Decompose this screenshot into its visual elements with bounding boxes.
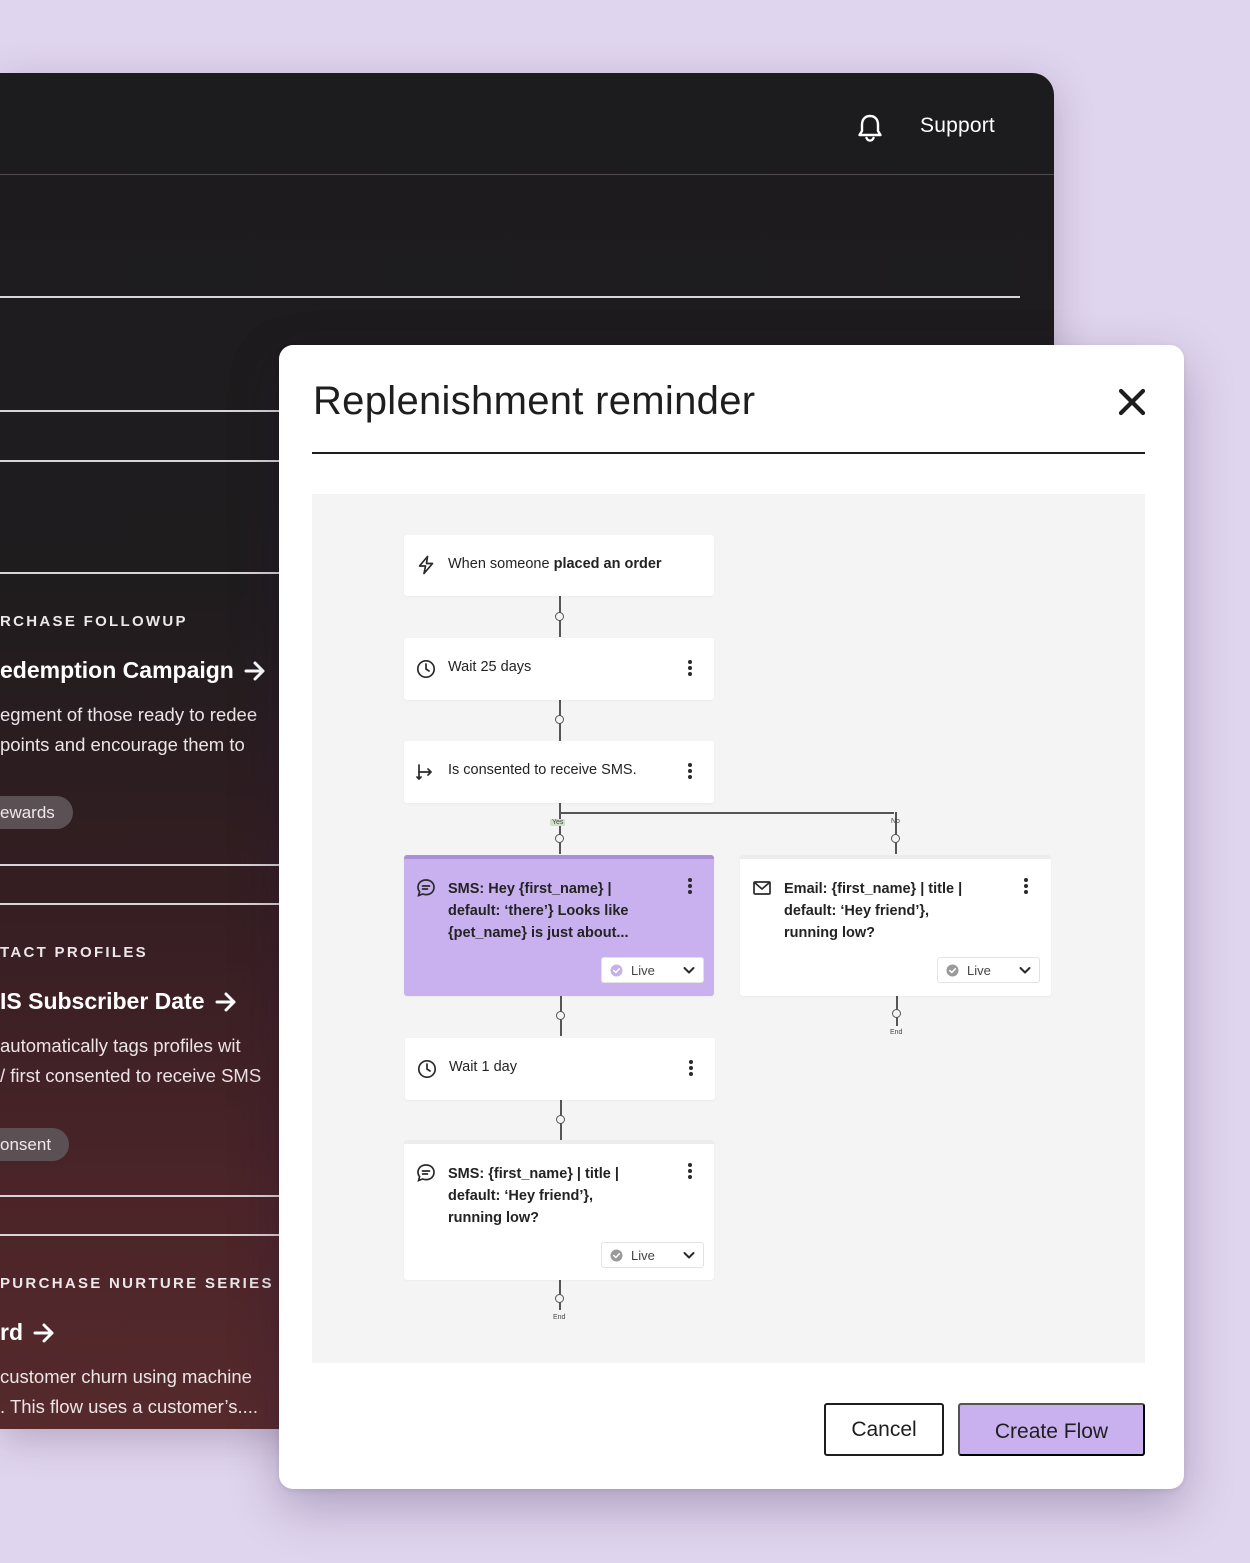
branch-line bbox=[559, 812, 894, 814]
connector-line bbox=[559, 803, 561, 854]
split-text: Is consented to receive SMS. bbox=[448, 762, 637, 778]
card-title-text: edemption Campaign bbox=[0, 657, 234, 683]
divider bbox=[0, 903, 290, 905]
chat-bubble-icon bbox=[417, 1164, 435, 1182]
split-icon bbox=[416, 764, 432, 780]
card-description: customer churn using machine bbox=[0, 1366, 252, 1387]
message-text: SMS: Hey {first_name} | default: ‘there’… bbox=[448, 881, 629, 941]
cancel-button[interactable]: Cancel bbox=[824, 1403, 944, 1456]
more-options-icon[interactable] bbox=[686, 876, 694, 898]
wait-node[interactable]: Wait 25 days bbox=[404, 638, 714, 700]
trigger-text: When someone placed an order bbox=[448, 556, 662, 572]
divider bbox=[0, 460, 290, 462]
check-circle-icon bbox=[946, 964, 959, 977]
wait-node[interactable]: Wait 1 day bbox=[405, 1038, 715, 1100]
envelope-icon bbox=[753, 881, 771, 895]
close-icon[interactable] bbox=[1115, 385, 1149, 419]
create-flow-button[interactable]: Create Flow bbox=[958, 1403, 1145, 1456]
chat-bubble-icon bbox=[417, 879, 435, 897]
more-options-icon[interactable] bbox=[686, 761, 694, 783]
arrow-right-icon bbox=[244, 661, 265, 680]
trigger-node[interactable]: When someone placed an order bbox=[404, 535, 714, 596]
connector-dot bbox=[555, 834, 564, 843]
card-eyebrow: RCHASE FOLLOWUP bbox=[0, 613, 188, 630]
connector-dot bbox=[891, 834, 900, 843]
chevron-down-icon bbox=[683, 1252, 695, 1259]
connector-dot bbox=[555, 715, 564, 724]
divider bbox=[0, 1234, 290, 1236]
card-tag: ewards bbox=[0, 796, 73, 829]
more-options-icon[interactable] bbox=[686, 1161, 694, 1183]
card-description: points and encourage them to bbox=[0, 734, 245, 755]
more-options-icon[interactable] bbox=[687, 1058, 695, 1080]
modal-divider bbox=[312, 452, 1145, 454]
app-header: Support bbox=[0, 73, 1054, 175]
status-label: Live bbox=[967, 963, 991, 978]
card-description: automatically tags profiles wit bbox=[0, 1035, 241, 1056]
card-description: . This flow uses a customer’s.... bbox=[0, 1396, 259, 1417]
divider bbox=[0, 1195, 290, 1197]
card-eyebrow: TACT PROFILES bbox=[0, 944, 148, 961]
divider bbox=[0, 572, 290, 574]
connector-dot bbox=[556, 1011, 565, 1020]
card-title-link[interactable]: IS Subscriber Date bbox=[0, 988, 237, 1015]
clock-icon bbox=[416, 659, 436, 679]
no-branch-label: No bbox=[891, 818, 900, 825]
wait-text: Wait 25 days bbox=[448, 659, 532, 675]
status-dropdown[interactable]: Live bbox=[937, 957, 1040, 983]
support-link[interactable]: Support bbox=[920, 114, 995, 138]
conditional-split-node[interactable]: Is consented to receive SMS. bbox=[404, 741, 714, 803]
sms-message-node[interactable]: SMS: Hey {first_name} | default: ‘there’… bbox=[404, 855, 714, 996]
end-label: End bbox=[890, 1029, 903, 1036]
bell-icon[interactable] bbox=[856, 113, 884, 143]
card-title-text: rd bbox=[0, 1319, 23, 1345]
card-description: egment of those ready to redee bbox=[0, 704, 258, 725]
lightning-icon bbox=[418, 555, 434, 575]
end-label: End bbox=[553, 1314, 566, 1321]
email-message-node[interactable]: Email: {first_name} | title | default: ‘… bbox=[740, 855, 1051, 996]
message-text: Email: {first_name} | title | default: ‘… bbox=[784, 881, 963, 941]
check-circle-icon bbox=[610, 1249, 623, 1262]
more-options-icon[interactable] bbox=[686, 658, 694, 680]
divider bbox=[0, 296, 1020, 298]
arrow-right-icon bbox=[215, 992, 236, 1011]
flow-canvas: Yes No End End When someone placed an or… bbox=[312, 494, 1145, 1363]
chevron-down-icon bbox=[683, 967, 695, 974]
divider bbox=[0, 864, 290, 866]
chevron-down-icon bbox=[1019, 967, 1031, 974]
modal-title: Replenishment reminder bbox=[313, 379, 756, 423]
connector-dot bbox=[892, 1009, 901, 1018]
divider bbox=[0, 410, 290, 412]
card-tag: onsent bbox=[0, 1128, 70, 1161]
check-circle-icon bbox=[610, 964, 623, 977]
sms-message-node[interactable]: SMS: {first_name} | title | default: ‘He… bbox=[404, 1140, 714, 1280]
card-description: / first consented to receive SMS bbox=[0, 1065, 262, 1086]
flow-preview-modal: Replenishment reminder Yes No End End Wh… bbox=[279, 345, 1184, 1489]
clock-icon bbox=[417, 1059, 437, 1079]
connector-dot bbox=[556, 1115, 565, 1124]
card-title-link[interactable]: rd bbox=[0, 1319, 55, 1346]
card-eyebrow: PURCHASE NURTURE SERIES bbox=[0, 1275, 274, 1292]
status-label: Live bbox=[631, 1248, 655, 1263]
status-label: Live bbox=[631, 963, 655, 978]
card-title-text: IS Subscriber Date bbox=[0, 988, 205, 1014]
arrow-right-icon bbox=[33, 1323, 54, 1342]
card-title-link[interactable]: edemption Campaign bbox=[0, 657, 266, 684]
message-text: SMS: {first_name} | title | default: ‘He… bbox=[448, 1166, 619, 1226]
more-options-icon[interactable] bbox=[1022, 876, 1030, 898]
status-dropdown[interactable]: Live bbox=[601, 957, 704, 983]
connector-dot bbox=[555, 612, 564, 621]
wait-text: Wait 1 day bbox=[449, 1059, 517, 1075]
connector-dot bbox=[555, 1294, 564, 1303]
yes-branch-label: Yes bbox=[550, 819, 566, 826]
status-dropdown[interactable]: Live bbox=[601, 1242, 704, 1268]
